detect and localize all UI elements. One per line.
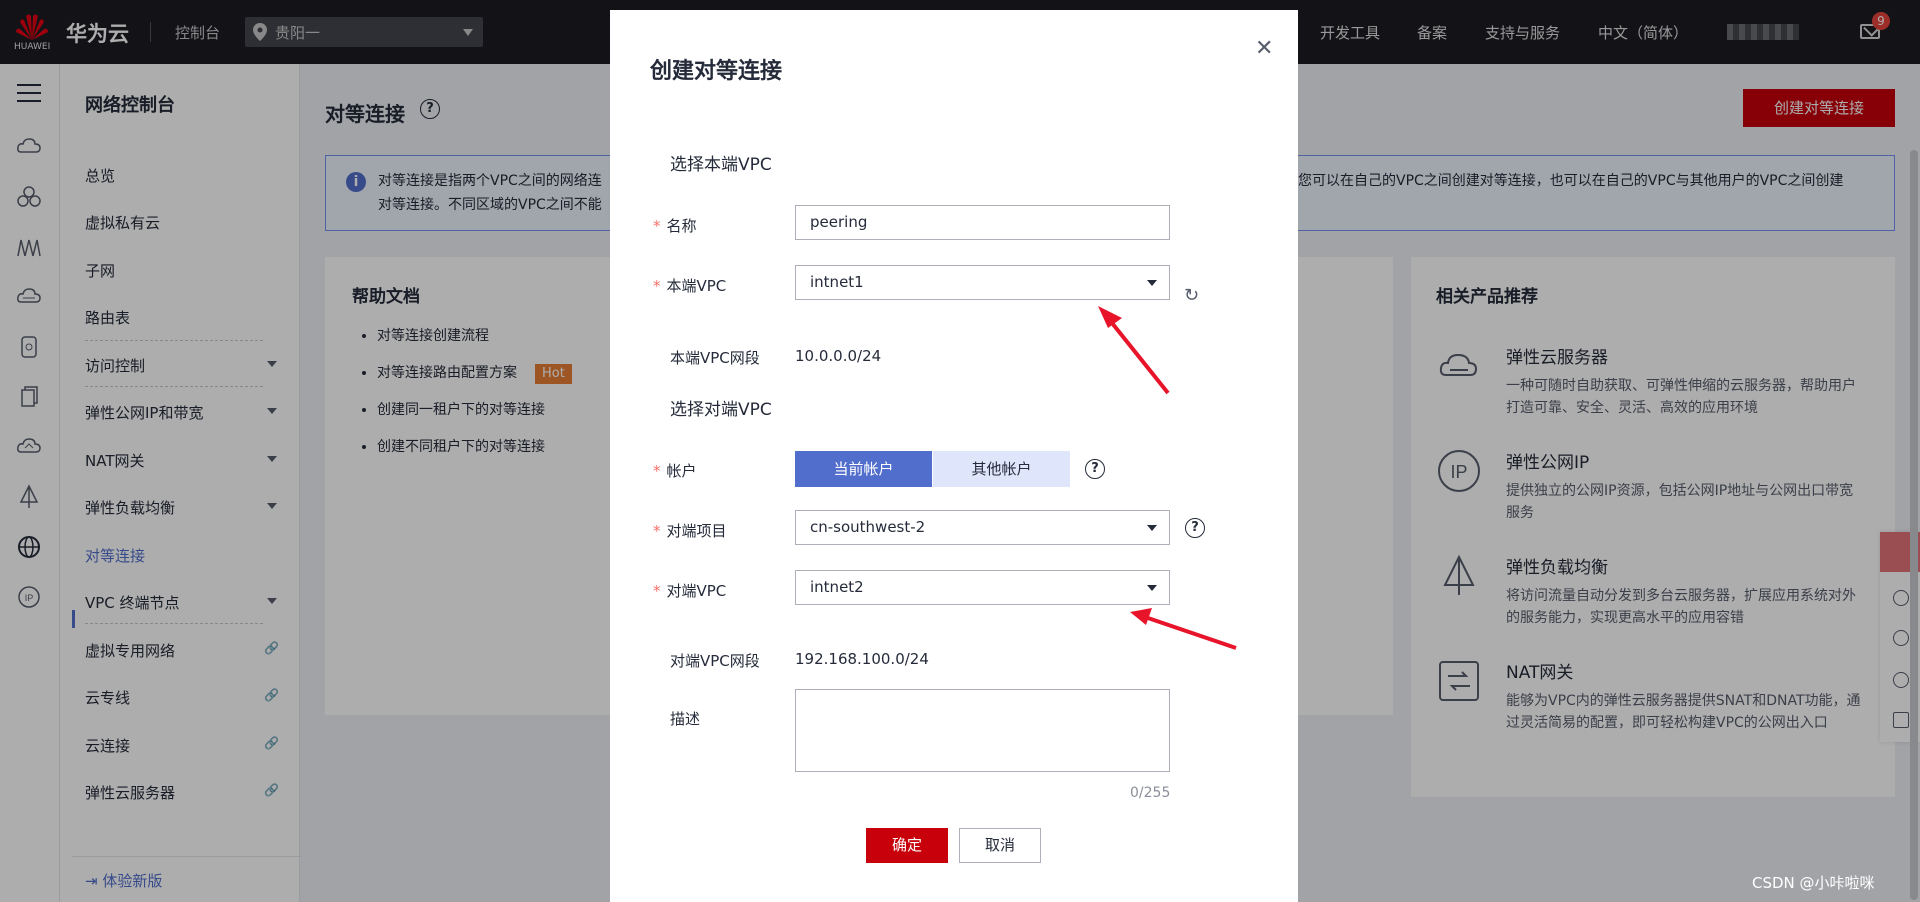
name-label: * 名称 <box>653 215 697 236</box>
name-input[interactable]: peering <box>795 205 1170 240</box>
local-vpc-label: * 本端VPC <box>653 275 726 296</box>
chevron-down-icon <box>1147 585 1157 591</box>
local-vpc-select[interactable]: intnet1 <box>795 265 1170 300</box>
dialog-title: 创建对等连接 <box>650 59 783 84</box>
required-asterisk: * <box>653 277 661 295</box>
cancel-button[interactable]: 取消 <box>959 828 1041 863</box>
refresh-icon[interactable]: ↻ <box>1184 285 1199 306</box>
peer-project-select[interactable]: cn-southwest-2 <box>795 510 1170 545</box>
chevron-down-icon <box>1147 280 1157 286</box>
peer-cidr-value: 192.168.100.0/24 <box>795 650 929 668</box>
account-label: * 帐户 <box>653 460 697 481</box>
local-vpc-value: intnet1 <box>810 273 864 291</box>
required-asterisk: * <box>653 462 661 480</box>
other-account-tab[interactable]: 其他帐户 <box>933 451 1070 487</box>
local-vpc-label-text: 本端VPC <box>666 277 727 295</box>
peer-vpc-select[interactable]: intnet2 <box>795 570 1170 605</box>
name-input-value: peering <box>810 213 868 231</box>
peer-cidr-label: 对端VPC网段 <box>670 652 760 670</box>
help-icon[interactable]: ? <box>1185 518 1205 538</box>
account-label-text: 帐户 <box>666 462 697 480</box>
peer-project-label: * 对端项目 <box>653 520 727 541</box>
watermark: CSDN @小咔啦咪 <box>1752 874 1875 892</box>
description-textarea[interactable] <box>795 689 1170 772</box>
section-local-vpc: 选择本端VPC <box>670 155 772 175</box>
chevron-down-icon <box>1147 525 1157 531</box>
required-asterisk: * <box>653 522 661 540</box>
peer-vpc-value: intnet2 <box>810 578 864 596</box>
create-peering-dialog: 创建对等连接 ✕ 选择本端VPC * 名称 peering * 本端VPC intn… <box>610 10 1298 902</box>
name-label-text: 名称 <box>666 217 697 235</box>
section-peer-vpc: 选择对端VPC <box>670 400 772 420</box>
required-asterisk: * <box>653 582 661 600</box>
peer-project-label-text: 对端项目 <box>666 522 727 540</box>
required-asterisk: * <box>653 217 661 235</box>
confirm-button[interactable]: 确定 <box>866 828 948 863</box>
help-icon[interactable]: ? <box>1085 459 1105 479</box>
local-cidr-label: 本端VPC网段 <box>670 349 760 367</box>
description-label: 描述 <box>670 710 701 728</box>
current-account-tab[interactable]: 当前帐户 <box>795 451 932 487</box>
peer-vpc-label: * 对端VPC <box>653 580 726 601</box>
peer-project-value: cn-southwest-2 <box>810 518 926 536</box>
close-icon[interactable]: ✕ <box>1255 38 1273 60</box>
char-counter: 0/255 <box>1130 785 1171 801</box>
local-cidr-value: 10.0.0.0/24 <box>795 347 882 365</box>
peer-vpc-label-text: 对端VPC <box>666 582 727 600</box>
